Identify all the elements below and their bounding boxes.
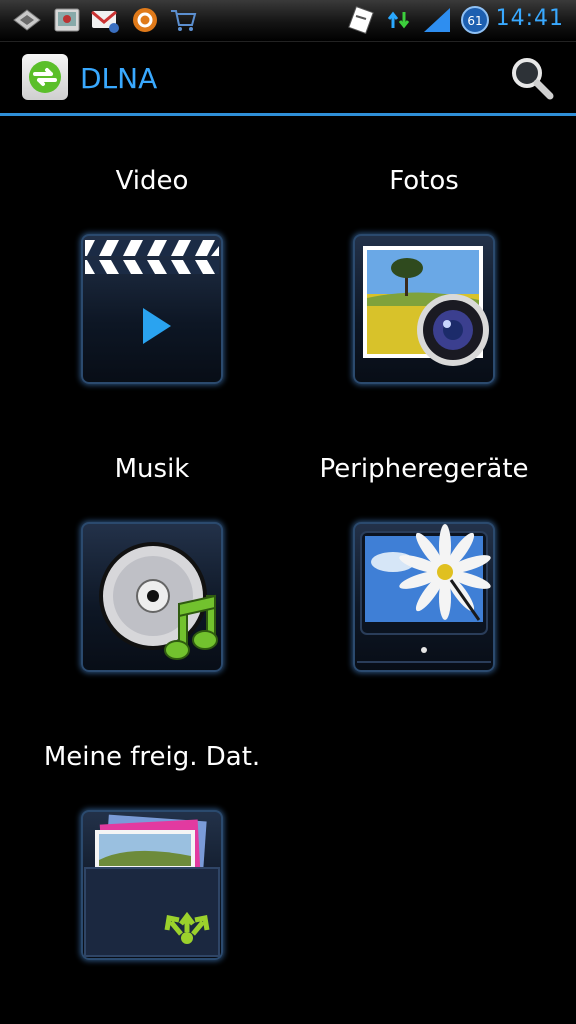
shopping-cart-icon bbox=[171, 10, 197, 31]
tile-shared-files[interactable]: Meine freig. Dat. bbox=[8, 742, 296, 964]
tile-shared-files-label: Meine freig. Dat. bbox=[43, 742, 261, 772]
status-clock: 14:41 bbox=[495, 6, 564, 31]
battery-level-text: 61 bbox=[467, 14, 482, 28]
photo-camera-icon bbox=[353, 234, 495, 384]
tile-peripheregeraete-label: Peripheregeräte bbox=[319, 454, 529, 484]
image-app-icon bbox=[54, 8, 80, 32]
shared-files-icon bbox=[81, 810, 223, 960]
tv-device-icon bbox=[353, 522, 495, 672]
tile-fotos-label: Fotos bbox=[389, 166, 459, 196]
tile-video-label: Video bbox=[115, 166, 189, 196]
clipboard-icon bbox=[348, 6, 374, 34]
app-title: DLNA bbox=[80, 62, 158, 95]
status-bar: 61 14:41 bbox=[0, 0, 576, 42]
dlna-app-icon[interactable] bbox=[22, 54, 68, 100]
gmail-icon bbox=[91, 10, 119, 33]
usb-debug-icon bbox=[13, 9, 41, 31]
tile-fotos[interactable]: Fotos bbox=[280, 166, 568, 388]
action-bar: DLNA bbox=[0, 42, 576, 116]
music-disc-icon bbox=[81, 522, 223, 672]
tile-peripheregeraete[interactable]: Peripheregeräte bbox=[280, 454, 568, 676]
tile-musik-label: Musik bbox=[114, 454, 190, 484]
signal-icon bbox=[424, 8, 450, 32]
search-icon[interactable] bbox=[508, 54, 556, 102]
tile-video[interactable]: Video bbox=[8, 166, 296, 388]
notification-app-icon bbox=[133, 8, 157, 32]
video-clapper-icon bbox=[81, 234, 223, 384]
action-bar-divider bbox=[0, 113, 576, 116]
tile-musik[interactable]: Musik bbox=[8, 454, 296, 676]
data-transfer-icon bbox=[387, 11, 410, 29]
battery-icon: 61 bbox=[461, 6, 489, 34]
